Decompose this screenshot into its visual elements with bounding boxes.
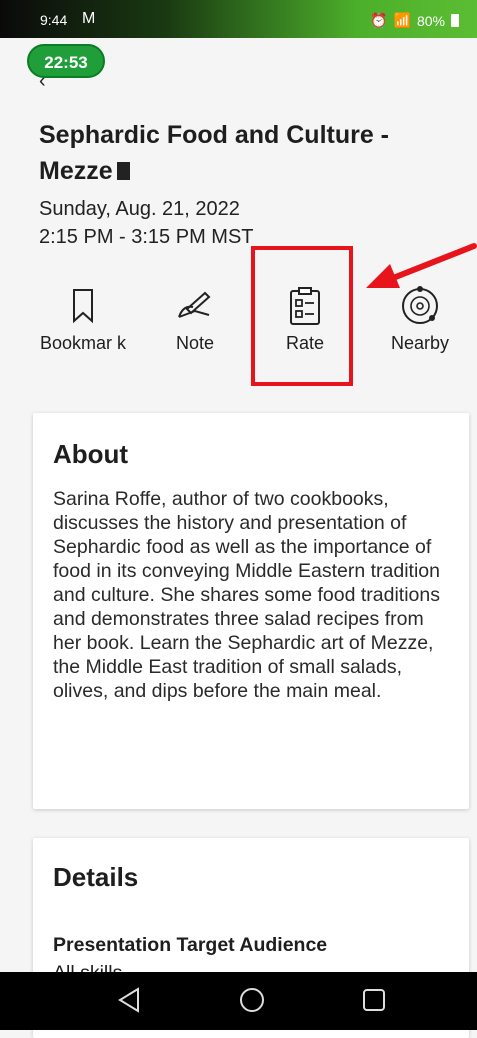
note-button[interactable]: Note [140, 284, 250, 354]
android-nav-bar [0, 972, 477, 1030]
details-heading: Details [53, 862, 139, 892]
about-card: About Sarina Roffe, author of two cookbo… [33, 413, 469, 809]
arrow-annotation-icon [366, 243, 477, 288]
bookmark-icon [73, 289, 93, 324]
action-bar: Bookmar k Note Rate Nearby [0, 284, 477, 384]
recents-square-icon[interactable] [360, 986, 388, 1014]
about-heading: About [53, 439, 129, 469]
battery-percent: 80% [416, 12, 445, 29]
battery-icon [451, 14, 459, 27]
session-time-range: 2:15 PM - 3:15 PM MST [39, 226, 254, 248]
bookmark-button[interactable]: Bookmar k [28, 284, 138, 354]
timer-badge[interactable]: 22:53 [27, 44, 105, 78]
back-triangle-icon[interactable] [116, 986, 142, 1014]
status-icons: ⏰ 📶 80% [370, 12, 459, 29]
highlight-box [251, 246, 353, 386]
gmail-icon: M [82, 10, 96, 27]
wifi-icon: 📶 [393, 12, 411, 28]
square-icon [116, 162, 130, 180]
about-text: Sarina Roffe, author of two cookbooks, d… [53, 488, 440, 702]
status-time: 9:44 [40, 12, 68, 28]
note-label: Note [175, 333, 215, 353]
audience-label: Presentation Target Audience [53, 934, 328, 956]
alarm-icon: ⏰ [370, 12, 388, 28]
status-bar: 9:44 M ⏰ 📶 80% [0, 0, 477, 38]
home-circle-icon[interactable] [238, 986, 266, 1014]
session-date: Sunday, Aug. 21, 2022 [39, 198, 240, 220]
bookmark-label: Bookmar k [39, 333, 127, 353]
session-title: Sephardic Food and Culture - Mezze [39, 117, 449, 189]
session-title-text: Sephardic Food and Culture - Mezze [39, 121, 390, 185]
pen-hand-icon [178, 291, 211, 318]
nearby-label: Nearby [390, 333, 450, 353]
